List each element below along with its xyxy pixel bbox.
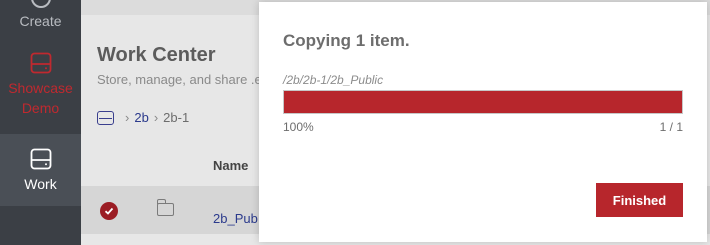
sidebar-item-label: Showcase Demo	[8, 80, 73, 116]
drive-icon	[30, 52, 51, 74]
drive-icon	[30, 148, 51, 170]
progress-bar	[283, 90, 683, 114]
page-subtitle: Store, manage, and share .e	[97, 72, 262, 87]
sidebar-item-work[interactable]: Work	[0, 134, 81, 206]
chevron-right-icon: ›	[125, 110, 130, 125]
check-circle-icon[interactable]	[100, 202, 118, 220]
breadcrumb-item-2b[interactable]: 2b	[134, 110, 148, 125]
chevron-right-icon: ›	[153, 110, 159, 125]
checkmark-icon	[104, 207, 114, 215]
column-header-name[interactable]: Name	[213, 158, 248, 173]
folder-icon	[156, 199, 174, 216]
sidebar-item-label: Create	[19, 13, 62, 29]
copy-path: /2b/2b-1/2b_Public	[283, 73, 384, 87]
sidebar-item-label: Work	[24, 176, 57, 192]
copy-progress-dialog: Copying 1 item. /2b/2b-1/2b_Public 100% …	[259, 2, 707, 242]
page-title: Work Center	[97, 44, 216, 66]
breadcrumb-item-2b-1: 2b-1	[163, 110, 190, 125]
drive-icon[interactable]	[97, 110, 114, 125]
progress-count: 1 / 1	[659, 120, 683, 134]
progress-bar-fill	[284, 91, 682, 113]
progress-percent: 100%	[283, 120, 314, 134]
breadcrumb: › 2b › 2b-1	[97, 110, 189, 125]
sidebar-item-create[interactable]: Create	[0, 0, 81, 38]
finished-button[interactable]: Finished	[596, 183, 683, 217]
sidebar: Create Showcase Demo Work	[0, 0, 81, 245]
dialog-title: Copying 1 item.	[283, 31, 410, 50]
plus-circle-icon	[31, 0, 51, 8]
sidebar-item-showcase-demo[interactable]: Showcase Demo	[0, 44, 81, 130]
row-name-link[interactable]: 2b_Pub	[213, 211, 258, 226]
